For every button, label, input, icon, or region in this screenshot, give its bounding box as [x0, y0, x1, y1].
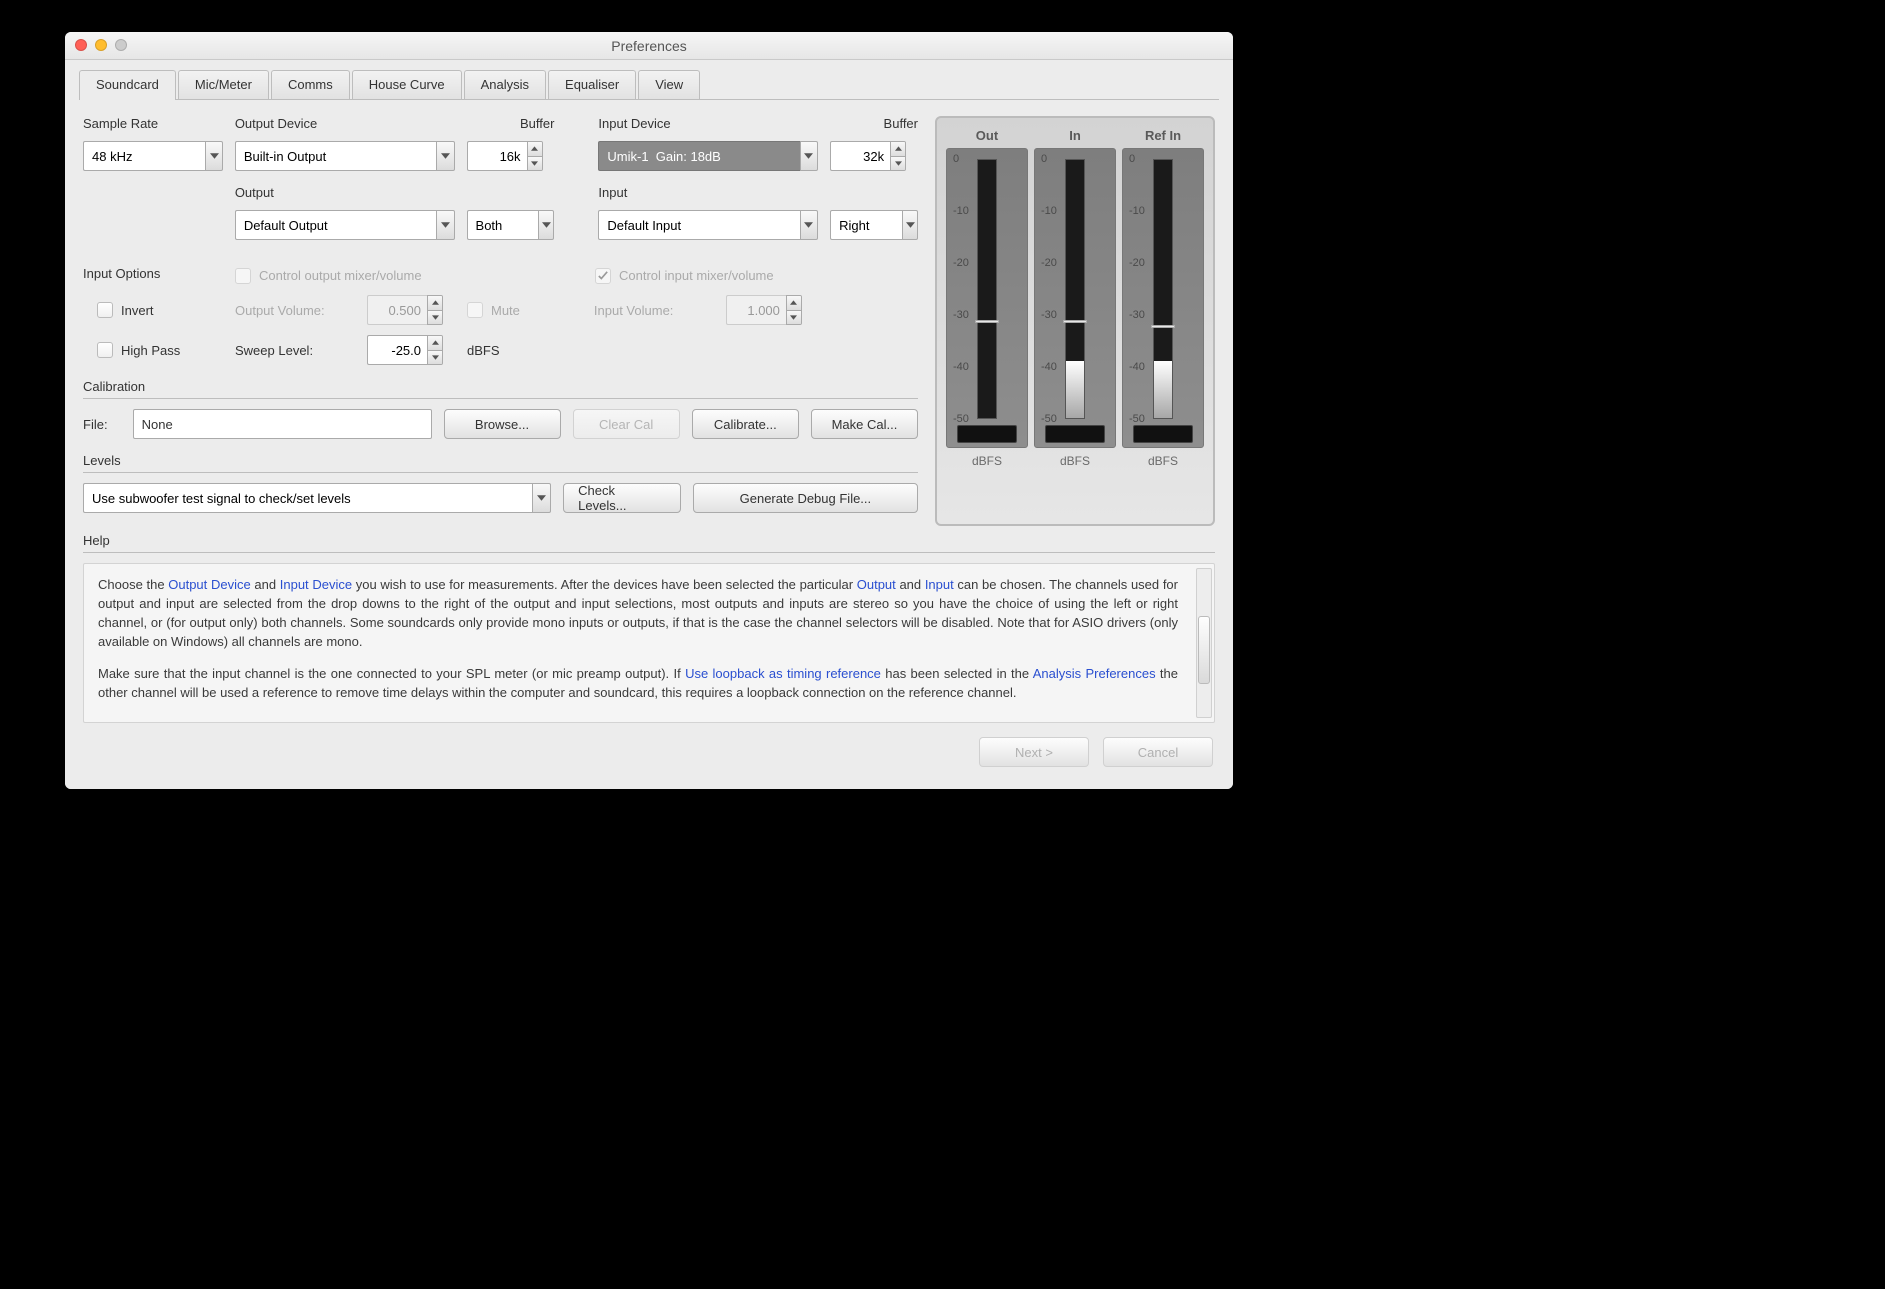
label-buffer-out: Buffer: [467, 116, 555, 131]
tab-comms[interactable]: Comms: [271, 70, 350, 99]
output-link[interactable]: Output: [857, 577, 896, 592]
chevron-down-icon[interactable]: [902, 210, 918, 240]
help-heading: Help: [83, 533, 1215, 548]
input-device-link[interactable]: Input Device: [280, 577, 352, 592]
spinner-down-icon[interactable]: [428, 350, 442, 365]
control-input-mixer-checkbox: Control input mixer/volume: [595, 268, 774, 284]
spinner-up-icon[interactable]: [428, 336, 442, 350]
calibration-heading: Calibration: [83, 379, 918, 394]
input-select[interactable]: [598, 210, 818, 240]
minimize-icon[interactable]: [95, 39, 107, 51]
output-channel-select[interactable]: [467, 210, 555, 240]
input-buffer-spinner[interactable]: [830, 141, 918, 171]
label-input: Input: [598, 185, 818, 200]
input-volume-spinner: [726, 295, 814, 325]
label-output: Output: [235, 185, 455, 200]
levels-signal-select[interactable]: [83, 483, 551, 513]
invert-checkbox[interactable]: Invert: [97, 302, 223, 318]
label-input-device: Input Device: [598, 116, 818, 131]
label-sample-rate: Sample Rate: [83, 116, 223, 131]
chevron-down-icon[interactable]: [532, 483, 551, 513]
spinner-up-icon[interactable]: [891, 142, 905, 156]
chevron-down-icon[interactable]: [436, 141, 454, 171]
chevron-down-icon[interactable]: [800, 210, 818, 240]
titlebar: Preferences: [65, 32, 1233, 60]
generate-debug-button[interactable]: Generate Debug File...: [693, 483, 918, 513]
label-input-options: Input Options: [83, 266, 223, 281]
tab-soundcard[interactable]: Soundcard: [79, 70, 176, 99]
next-button: Next >: [979, 737, 1089, 767]
levels-heading: Levels: [83, 453, 918, 468]
soundcard-panel: Out 0 -10 -20 -30 -40 -50 dBFS: [65, 100, 1233, 789]
help-scrollbar[interactable]: [1196, 568, 1212, 718]
make-cal-button[interactable]: Make Cal...: [811, 409, 918, 439]
sweep-level-spinner[interactable]: [367, 335, 455, 365]
tab-equaliser[interactable]: Equaliser: [548, 70, 636, 99]
output-volume-spinner: [367, 295, 455, 325]
label-dbfs: dBFS: [467, 343, 500, 358]
cancel-button: Cancel: [1103, 737, 1213, 767]
meter-out: Out 0 -10 -20 -30 -40 -50 dBFS: [946, 128, 1028, 514]
tab-housecurve[interactable]: House Curve: [352, 70, 462, 99]
input-channel-select[interactable]: [830, 210, 918, 240]
help-text: Choose the Output Device and Input Devic…: [83, 563, 1215, 723]
control-output-mixer-checkbox: Control output mixer/volume: [235, 268, 551, 284]
chevron-down-icon[interactable]: [205, 141, 222, 171]
analysis-prefs-link[interactable]: Analysis Preferences: [1033, 666, 1156, 681]
output-buffer-spinner[interactable]: [467, 141, 555, 171]
check-levels-button[interactable]: Check Levels...: [563, 483, 681, 513]
tab-bar: Soundcard Mic/Meter Comms House Curve An…: [79, 70, 1233, 99]
level-meters: Out 0 -10 -20 -30 -40 -50 dBFS: [935, 116, 1215, 526]
label-sweep-level: Sweep Level:: [235, 343, 355, 358]
meter-ref-in: Ref In 0 -10 -20 -30 -40 -50 dBFS: [1122, 128, 1204, 514]
loopback-link[interactable]: Use loopback as timing reference: [685, 666, 881, 681]
input-device-select[interactable]: [598, 141, 818, 171]
meter-in: In 0 -10 -20 -30 -40 -50 dBFS: [1034, 128, 1116, 514]
window-title: Preferences: [611, 38, 686, 54]
label-buffer-in: Buffer: [830, 116, 918, 131]
output-device-link[interactable]: Output Device: [168, 577, 250, 592]
tab-analysis[interactable]: Analysis: [464, 70, 546, 99]
sample-rate-select[interactable]: [83, 141, 223, 171]
mute-checkbox: Mute: [467, 302, 520, 318]
spinner-down-icon[interactable]: [891, 156, 905, 171]
label-file: File:: [83, 417, 121, 432]
chevron-down-icon[interactable]: [436, 210, 454, 240]
close-icon[interactable]: [75, 39, 87, 51]
tab-micmeter[interactable]: Mic/Meter: [178, 70, 269, 99]
browse-button[interactable]: Browse...: [444, 409, 561, 439]
zoom-icon: [115, 39, 127, 51]
preferences-window: Preferences Soundcard Mic/Meter Comms Ho…: [65, 32, 1233, 789]
spinner-up-icon[interactable]: [528, 142, 542, 156]
chevron-down-icon[interactable]: [800, 141, 818, 171]
input-link[interactable]: Input: [925, 577, 954, 592]
spinner-down-icon[interactable]: [528, 156, 542, 171]
label-output-volume: Output Volume:: [235, 303, 355, 318]
chevron-down-icon[interactable]: [538, 210, 554, 240]
tab-view[interactable]: View: [638, 70, 700, 99]
output-select[interactable]: [235, 210, 455, 240]
cal-file-field: None: [133, 409, 432, 439]
calibrate-button[interactable]: Calibrate...: [692, 409, 799, 439]
label-input-volume: Input Volume:: [594, 303, 714, 318]
clear-cal-button: Clear Cal: [573, 409, 680, 439]
highpass-checkbox[interactable]: High Pass: [97, 342, 223, 358]
output-device-select[interactable]: [235, 141, 455, 171]
label-output-device: Output Device: [235, 116, 455, 131]
